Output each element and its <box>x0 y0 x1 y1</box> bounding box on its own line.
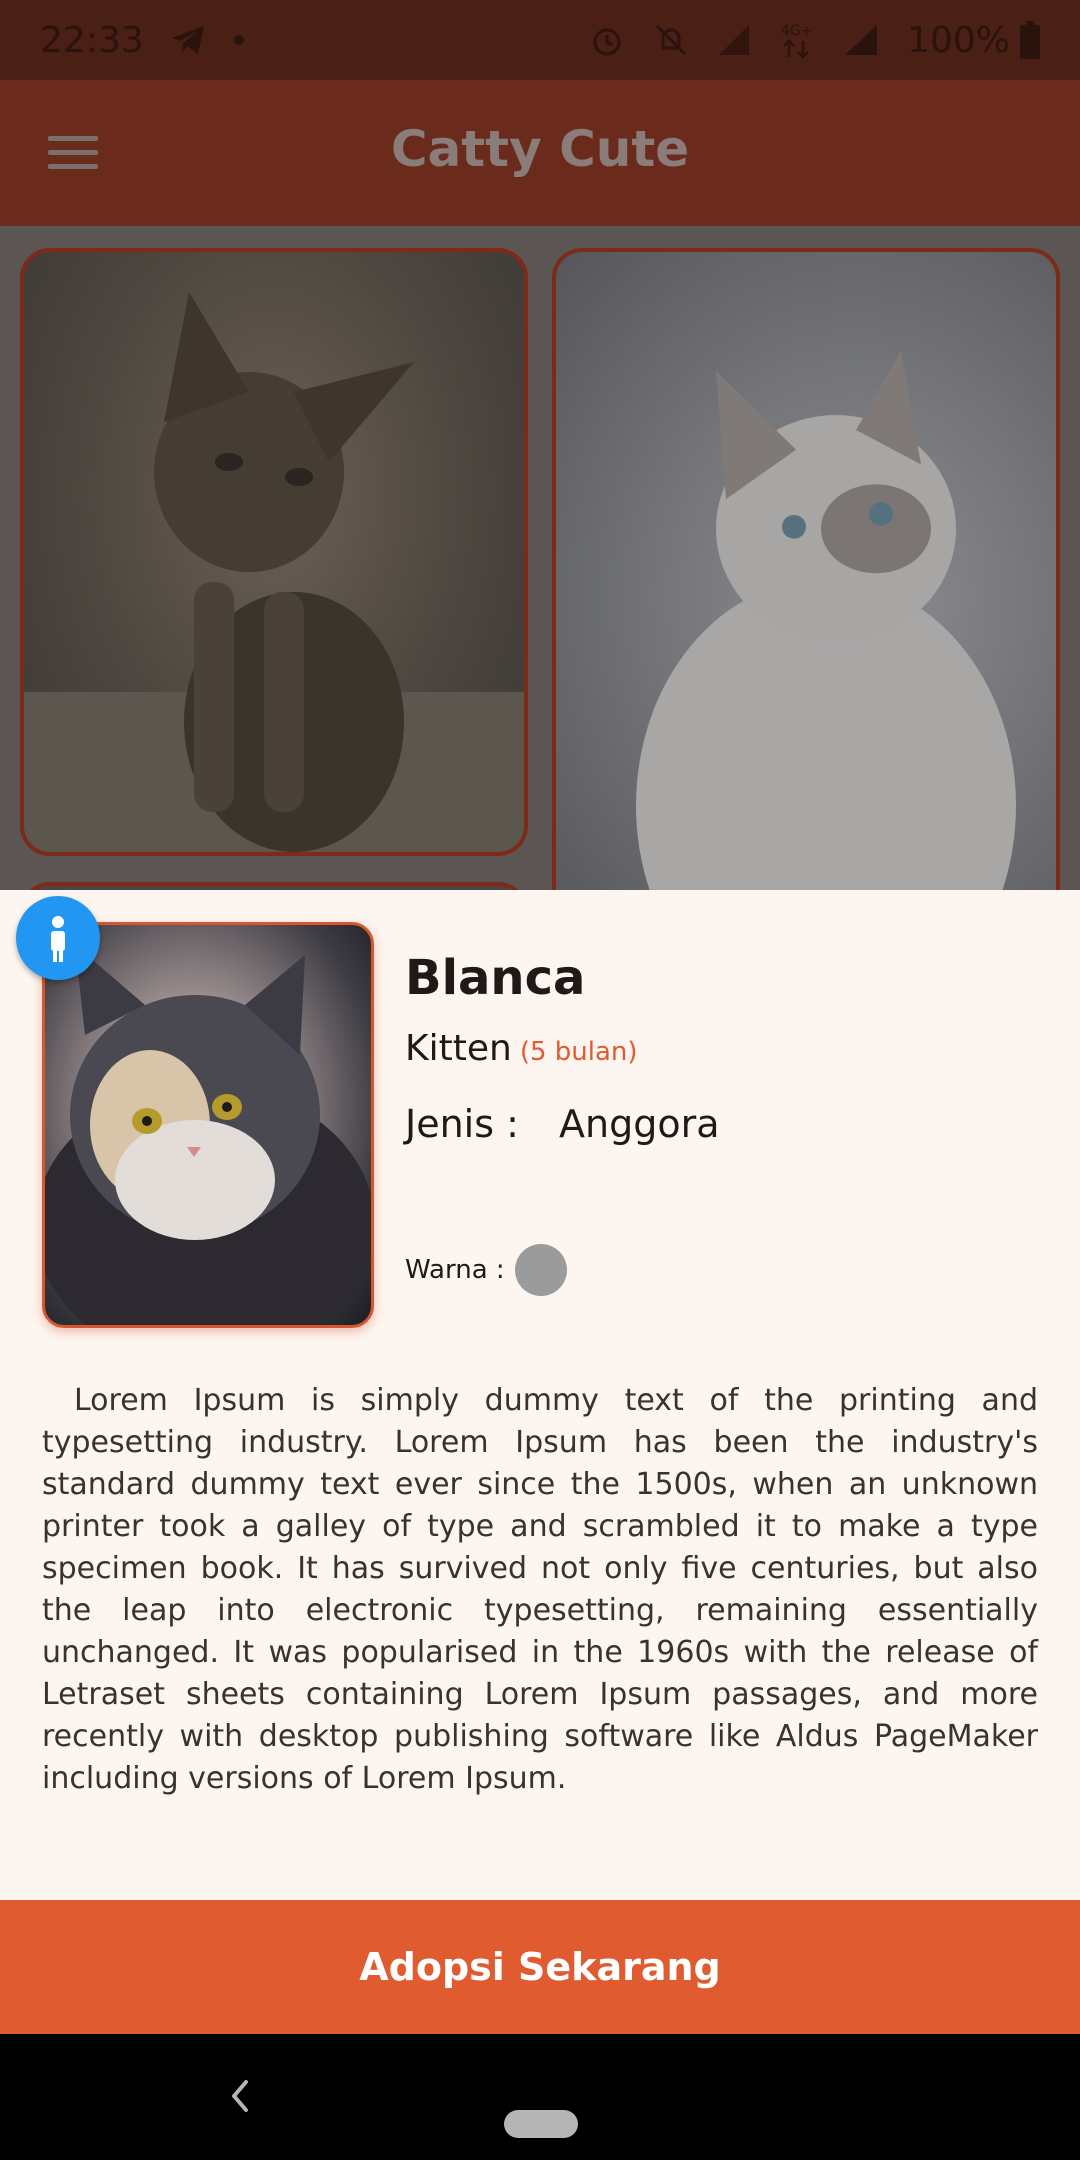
status-bar: 22:33 4G+ 100% <box>0 0 1080 80</box>
cat-card[interactable] <box>20 882 528 890</box>
cat-photo <box>45 945 371 1325</box>
status-time: 22:33 <box>40 19 144 61</box>
cat-detail-photo <box>42 922 374 1328</box>
breed-row: Jenis : Anggora <box>405 1102 720 1146</box>
system-nav-bar <box>0 2034 1080 2160</box>
app-bar: Catty Cute <box>0 80 1080 226</box>
alarm-icon <box>593 28 621 56</box>
cat-grid <box>0 226 1080 890</box>
color-swatch <box>514 1244 567 1296</box>
adopt-now-button[interactable]: Adopsi Sekarang <box>0 1900 1080 2034</box>
color-row: Warna : <box>405 1244 567 1296</box>
cat-description: Lorem Ipsum is simply dummy text of the … <box>42 1383 1038 1796</box>
4g-icon: 4G+ <box>781 23 813 59</box>
battery-icon <box>1020 21 1040 59</box>
breed-label: Jenis : <box>405 1102 519 1146</box>
age-detail: (5 bulan) <box>519 1037 638 1067</box>
home-pill[interactable] <box>504 2110 578 2138</box>
signal-full-icon <box>845 25 878 55</box>
battery-level: 100% <box>907 19 1010 61</box>
color-label: Warna : <box>405 1255 505 1285</box>
breed-value: Anggora <box>559 1102 720 1146</box>
cat-card[interactable] <box>20 248 528 856</box>
signal-icon <box>719 25 750 55</box>
info-button[interactable] <box>16 896 100 980</box>
age-category: Kitten <box>405 1028 512 1069</box>
dot-icon <box>233 35 244 45</box>
svg-text:4G+: 4G+ <box>781 23 813 39</box>
app-title: Catty Cute <box>390 120 690 178</box>
telegram-icon <box>171 26 204 54</box>
age-row: Kitten (5 bulan) <box>405 1028 638 1069</box>
mute-icon <box>656 24 687 56</box>
cat-photo <box>636 350 1016 890</box>
person-icon <box>51 916 65 962</box>
cat-photo <box>24 292 524 852</box>
cat-card[interactable] <box>552 248 1060 890</box>
back-icon[interactable] <box>220 2074 260 2118</box>
adopt-now-label: Adopsi Sekarang <box>359 1945 721 1989</box>
cat-name: Blanca <box>405 950 586 1006</box>
